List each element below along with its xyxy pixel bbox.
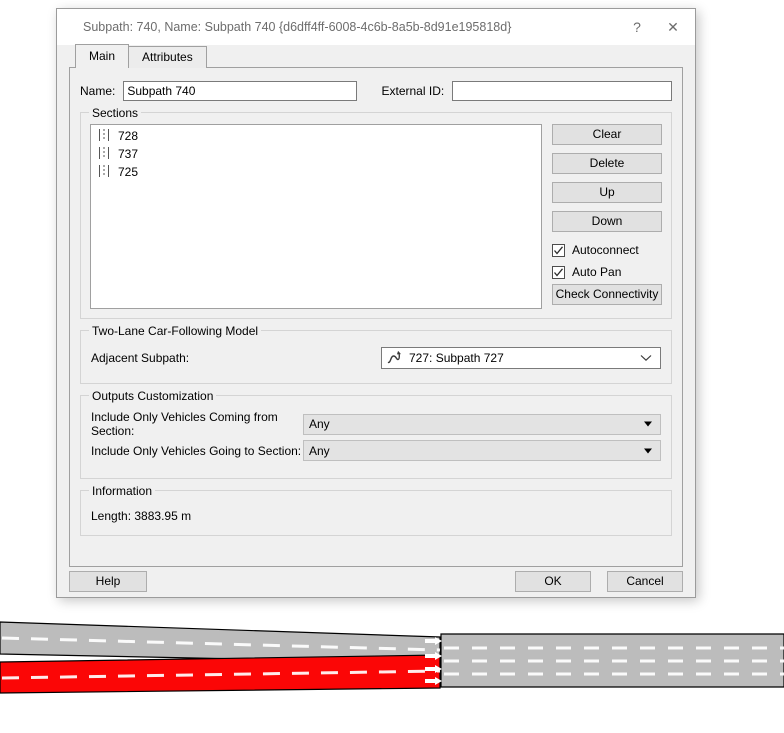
- dialog-button-bar: Help OK Cancel: [57, 567, 695, 611]
- cancel-button[interactable]: Cancel: [607, 571, 683, 592]
- dialog-body: Main Attributes Name: External ID: Secti…: [57, 44, 695, 567]
- vehicles-going-to-value: Any: [309, 443, 330, 458]
- road-section-icon: [97, 146, 111, 163]
- checkbox-checked-icon: [552, 243, 565, 257]
- name-input[interactable]: [123, 81, 357, 101]
- checkbox-checked-icon: [552, 265, 565, 279]
- tab-attributes[interactable]: Attributes: [128, 46, 207, 68]
- autopan-label: Auto Pan: [572, 265, 622, 279]
- vehicles-coming-from-label: Include Only Vehicles Coming from Sectio…: [91, 410, 278, 438]
- adjacent-subpath-value: 727: Subpath 727: [409, 351, 504, 365]
- chevron-down-icon: [640, 351, 652, 365]
- autopan-checkbox-row[interactable]: Auto Pan: [552, 262, 662, 282]
- list-item-label: 728: [118, 129, 139, 143]
- information-group: Information Length: 3883.95 m: [80, 484, 672, 536]
- two-lane-model-group: Two-Lane Car-Following Model Adjacent Su…: [80, 324, 672, 384]
- sections-inner: 728 737 725 Clear Delete Up Down Autocon…: [90, 124, 662, 309]
- outputs-customization-group: Outputs Customization Include Only Vehic…: [80, 389, 672, 479]
- list-item-label: 737: [118, 147, 139, 161]
- tab-main[interactable]: Main: [75, 44, 130, 68]
- up-button[interactable]: Up: [552, 182, 662, 203]
- dropdown-arrow-icon: [644, 421, 652, 427]
- vehicles-going-to-label: Include Only Vehicles Going to Section:: [91, 443, 302, 458]
- sections-buttons: Clear Delete Up Down Autoconnect Auto Pa…: [552, 124, 662, 309]
- dropdown-arrow-icon: [644, 448, 652, 453]
- down-button[interactable]: Down: [552, 211, 662, 232]
- name-row: Name: External ID:: [80, 80, 672, 102]
- help-button[interactable]: Help: [69, 571, 147, 592]
- name-label: Name:: [80, 84, 116, 98]
- vehicles-coming-from-value: Any: [309, 417, 330, 431]
- sections-list[interactable]: 728 737 725: [90, 124, 542, 309]
- adjacent-subpath-combobox[interactable]: 727: Subpath 727: [381, 347, 661, 369]
- adjacent-subpath-label: Adjacent Subpath:: [91, 351, 190, 365]
- list-item[interactable]: 728: [91, 127, 541, 145]
- vehicles-going-to-combobox[interactable]: Any: [303, 440, 661, 461]
- adjacent-subpath-row: Adjacent Subpath: 727: Subpath 727: [91, 347, 661, 369]
- check-connectivity-button[interactable]: Check Connectivity: [552, 284, 662, 305]
- road-section-icon: [97, 128, 111, 145]
- vehicles-coming-from-combobox[interactable]: Any: [303, 413, 661, 435]
- information-group-title: Information: [89, 484, 156, 498]
- external-id-input[interactable]: [452, 81, 672, 101]
- tabstrip: Main Attributes: [75, 44, 683, 68]
- road-section-icon: [97, 164, 111, 181]
- clear-button[interactable]: Clear: [552, 124, 662, 145]
- autoconnect-checkbox-row[interactable]: Autoconnect: [552, 240, 662, 260]
- dialog-titlebar[interactable]: Subpath: 740, Name: Subpath 740 {d6dff4f…: [57, 9, 695, 45]
- list-item-label: 725: [118, 165, 139, 179]
- subpath-curve-icon: [387, 350, 403, 367]
- ok-button[interactable]: OK: [515, 571, 591, 592]
- list-item[interactable]: 737: [91, 145, 541, 163]
- dialog-title: Subpath: 740, Name: Subpath 740 {d6dff4f…: [83, 20, 512, 34]
- help-icon[interactable]: ?: [619, 11, 655, 43]
- two-lane-group-title: Two-Lane Car-Following Model: [89, 324, 262, 338]
- outputs-group-title: Outputs Customization: [89, 389, 217, 403]
- delete-button[interactable]: Delete: [552, 153, 662, 174]
- external-id-label: External ID:: [381, 84, 445, 98]
- vehicles-going-to-row: Include Only Vehicles Going to Section: …: [91, 440, 661, 461]
- caption-button-group: ? ✕: [619, 11, 691, 43]
- autoconnect-label: Autoconnect: [572, 243, 639, 257]
- sections-group: Sections 728 737 725 Clear Delete Up Dow…: [80, 106, 672, 319]
- close-icon[interactable]: ✕: [655, 11, 691, 43]
- tab-page-main: Name: External ID: Sections: [69, 67, 683, 567]
- list-item[interactable]: 725: [91, 163, 541, 181]
- length-value: Length: 3883.95 m: [91, 509, 192, 523]
- subpath-editor-dialog: Subpath: 740, Name: Subpath 740 {d6dff4f…: [56, 8, 696, 598]
- sections-group-title: Sections: [89, 106, 142, 120]
- vehicles-coming-from-row: Include Only Vehicles Coming from Sectio…: [91, 410, 661, 438]
